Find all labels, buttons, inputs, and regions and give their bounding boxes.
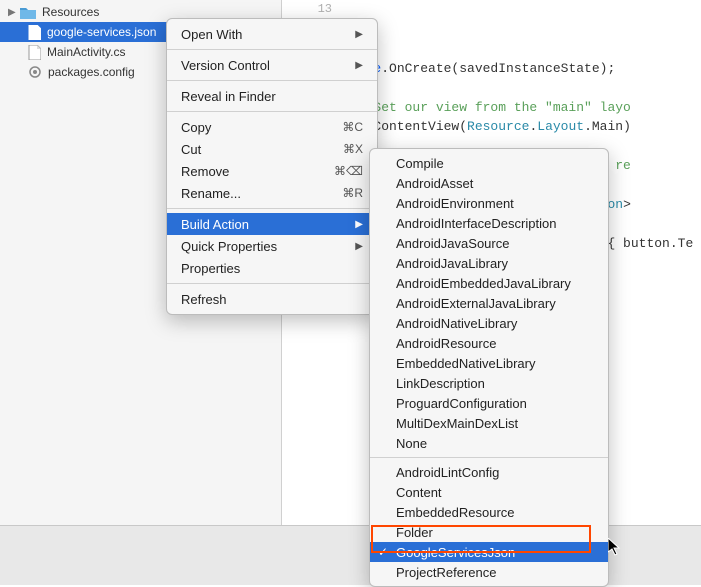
submenu-separator <box>370 457 608 458</box>
submenu-item[interactable]: MultiDexMainDexList <box>370 413 608 433</box>
submenu-item[interactable]: Compile <box>370 153 608 173</box>
submenu-item[interactable]: ProjectReference <box>370 562 608 582</box>
submenu-label: EmbeddedNativeLibrary <box>396 356 535 371</box>
submenu-item[interactable]: Content <box>370 482 608 502</box>
submenu-item[interactable]: AndroidExternalJavaLibrary <box>370 293 608 313</box>
context-menu: Open With ▶ Version Control ▶ Reveal in … <box>166 18 378 315</box>
build-action-submenu: Compile AndroidAsset AndroidEnvironment … <box>369 148 609 587</box>
submenu-item[interactable]: Folder <box>370 522 608 542</box>
submenu-label: AndroidEnvironment <box>396 196 514 211</box>
menu-separator <box>167 283 377 284</box>
submenu-item[interactable]: LinkDescription <box>370 373 608 393</box>
menu-open-with[interactable]: Open With ▶ <box>167 23 377 45</box>
menu-build-action[interactable]: Build Action ▶ <box>167 213 377 235</box>
line-number: 13 <box>300 0 332 18</box>
tree-item-label: MainActivity.cs <box>47 45 125 59</box>
gear-icon <box>28 65 42 79</box>
submenu-arrow-icon: ▶ <box>355 29 363 40</box>
submenu-item[interactable]: AndroidResource <box>370 333 608 353</box>
submenu-label: Folder <box>396 525 433 540</box>
menu-separator <box>167 49 377 50</box>
menu-item-label: Properties <box>181 261 240 276</box>
menu-item-label: Reveal in Finder <box>181 89 276 104</box>
menu-reveal-finder[interactable]: Reveal in Finder <box>167 85 377 107</box>
submenu-item[interactable]: AndroidInterfaceDescription <box>370 213 608 233</box>
menu-shortcut: ⌘C <box>342 120 363 134</box>
menu-separator <box>167 111 377 112</box>
menu-refresh[interactable]: Refresh <box>167 288 377 310</box>
file-icon <box>28 25 41 40</box>
tree-item-label: google-services.json <box>47 25 156 39</box>
submenu-label: AndroidNativeLibrary <box>396 316 517 331</box>
submenu-label: EmbeddedResource <box>396 505 515 520</box>
submenu-label: None <box>396 436 427 451</box>
submenu-item[interactable]: AndroidEnvironment <box>370 193 608 213</box>
submenu-label: AndroidAsset <box>396 176 473 191</box>
submenu-label: GoogleServicesJson <box>396 545 515 560</box>
checkmark-icon: ✓ <box>378 545 388 559</box>
tree-item-label: packages.config <box>48 65 135 79</box>
menu-item-label: Open With <box>181 27 242 42</box>
menu-item-label: Refresh <box>181 292 227 307</box>
submenu-item[interactable]: AndroidEmbeddedJavaLibrary <box>370 273 608 293</box>
submenu-label: AndroidJavaSource <box>396 236 509 251</box>
submenu-item[interactable]: AndroidJavaSource <box>370 233 608 253</box>
submenu-label: AndroidResource <box>396 336 496 351</box>
menu-quick-properties[interactable]: Quick Properties ▶ <box>167 235 377 257</box>
menu-separator <box>167 208 377 209</box>
submenu-arrow-icon: ▶ <box>355 60 363 71</box>
submenu-item[interactable]: AndroidNativeLibrary <box>370 313 608 333</box>
submenu-arrow-icon: ▶ <box>355 219 363 230</box>
menu-item-label: Build Action <box>181 217 249 232</box>
menu-shortcut: ⌘R <box>342 186 363 200</box>
submenu-label: MultiDexMainDexList <box>396 416 518 431</box>
submenu-label: AndroidEmbeddedJavaLibrary <box>396 276 571 291</box>
menu-shortcut: ⌘⌫ <box>334 164 363 178</box>
submenu-label: Content <box>396 485 442 500</box>
submenu-label: AndroidExternalJavaLibrary <box>396 296 556 311</box>
submenu-item-google-services-json[interactable]: ✓ GoogleServicesJson <box>370 542 608 562</box>
menu-shortcut: ⌘X <box>343 142 363 156</box>
menu-copy[interactable]: Copy ⌘C <box>167 116 377 138</box>
menu-item-label: Quick Properties <box>181 239 277 254</box>
menu-remove[interactable]: Remove ⌘⌫ <box>167 160 377 182</box>
submenu-arrow-icon: ▶ <box>355 241 363 252</box>
submenu-item[interactable]: AndroidJavaLibrary <box>370 253 608 273</box>
menu-item-label: Copy <box>181 120 211 135</box>
submenu-item[interactable]: AndroidAsset <box>370 173 608 193</box>
menu-rename[interactable]: Rename... ⌘R <box>167 182 377 204</box>
menu-version-control[interactable]: Version Control ▶ <box>167 54 377 76</box>
menu-item-label: Version Control <box>181 58 270 73</box>
submenu-label: AndroidLintConfig <box>396 465 499 480</box>
menu-separator <box>167 80 377 81</box>
submenu-item[interactable]: AndroidLintConfig <box>370 462 608 482</box>
folder-icon <box>20 6 36 19</box>
submenu-label: LinkDescription <box>396 376 485 391</box>
submenu-label: AndroidInterfaceDescription <box>396 216 556 231</box>
tree-item-label: Resources <box>42 5 99 19</box>
submenu-item[interactable]: EmbeddedResource <box>370 502 608 522</box>
menu-item-label: Remove <box>181 164 229 179</box>
submenu-item[interactable]: None <box>370 433 608 453</box>
submenu-item[interactable]: EmbeddedNativeLibrary <box>370 353 608 373</box>
submenu-label: Compile <box>396 156 444 171</box>
menu-properties[interactable]: Properties <box>167 257 377 279</box>
submenu-label: AndroidJavaLibrary <box>396 256 508 271</box>
submenu-label: ProguardConfiguration <box>396 396 527 411</box>
menu-item-label: Cut <box>181 142 201 157</box>
submenu-item[interactable]: ProguardConfiguration <box>370 393 608 413</box>
menu-cut[interactable]: Cut ⌘X <box>167 138 377 160</box>
disclosure-triangle-icon[interactable]: ▶ <box>8 7 18 18</box>
submenu-label: ProjectReference <box>396 565 496 580</box>
menu-item-label: Rename... <box>181 186 241 201</box>
file-icon <box>28 45 41 60</box>
